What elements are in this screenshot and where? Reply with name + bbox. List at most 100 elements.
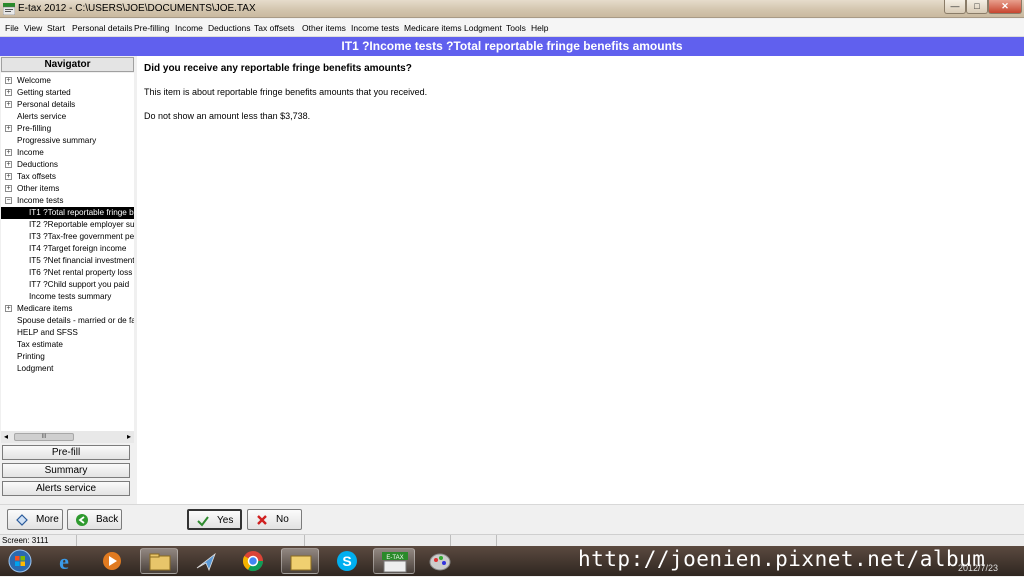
nav-item-pre-filling[interactable]: + Pre-filling <box>1 123 134 135</box>
summary-button[interactable]: Summary <box>2 463 130 478</box>
file-explorer-icon[interactable] <box>140 548 178 574</box>
svg-text:E-TAX: E-TAX <box>386 555 403 561</box>
nav-item-welcome[interactable]: + Welcome <box>1 75 134 87</box>
nav-item-income[interactable]: + Income <box>1 147 134 159</box>
expand-plus-icon[interactable]: + <box>5 77 12 84</box>
menu-pre-filling[interactable]: Pre-filling <box>134 23 169 33</box>
menu-lodgment[interactable]: Lodgment <box>464 23 502 33</box>
nav-item-label: IT4 ?Target foreign income <box>29 244 127 253</box>
menu-tax-offsets[interactable]: Tax offsets <box>254 23 294 33</box>
svg-text:S: S <box>342 553 351 569</box>
nav-item-label: Other items <box>17 184 60 193</box>
menu-income-tests[interactable]: Income tests <box>351 23 399 33</box>
menu-deductions[interactable]: Deductions <box>208 23 251 33</box>
chrome-icon[interactable] <box>234 548 272 574</box>
scroll-right-arrow-icon[interactable]: ▸ <box>127 432 131 441</box>
menu-file[interactable]: File <box>5 23 19 33</box>
nav-item-income-tests-summary[interactable]: Income tests summary <box>1 291 134 303</box>
menu-view[interactable]: View <box>24 23 42 33</box>
navigator-horizontal-scrollbar[interactable]: ◂ III ▸ <box>1 431 134 443</box>
plane-app-icon[interactable] <box>187 548 225 574</box>
nav-item-it3-tax-free-government-pe[interactable]: IT3 ?Tax-free government pe <box>1 231 134 243</box>
navigator-panel: Navigator + Welcome + Getting started + Perso… <box>0 56 137 506</box>
expand-plus-icon[interactable]: + <box>5 173 12 180</box>
internet-explorer-icon[interactable]: e <box>45 548 83 574</box>
nav-item-tax-offsets[interactable]: + Tax offsets <box>1 171 134 183</box>
maximize-button[interactable]: □ <box>966 0 988 14</box>
prefill-button[interactable]: Pre-fill <box>2 445 130 460</box>
nav-item-it7-child-support-you-paid[interactable]: IT7 ?Child support you paid <box>1 279 134 291</box>
yes-button[interactable]: Yes <box>187 509 242 530</box>
expand-plus-icon[interactable]: + <box>5 125 12 132</box>
alerts-service-button[interactable]: Alerts service <box>2 481 130 496</box>
expand-plus-icon[interactable]: + <box>5 101 12 108</box>
page-title-banner: IT1 ?Income tests ?Total reportable frin… <box>0 37 1024 56</box>
no-button[interactable]: No <box>247 509 302 530</box>
back-arrow-icon <box>76 514 88 526</box>
nav-item-label: IT5 ?Net financial investment <box>29 256 134 265</box>
nav-item-it4-target-foreign-income[interactable]: IT4 ?Target foreign income <box>1 243 134 255</box>
nav-item-label: Getting started <box>17 88 71 97</box>
nav-item-it6-net-rental-property-loss[interactable]: IT6 ?Net rental property loss <box>1 267 134 279</box>
nav-item-label: Personal details <box>17 100 76 109</box>
nav-item-label: IT7 ?Child support you paid <box>29 280 130 289</box>
back-button[interactable]: Back <box>67 509 122 530</box>
menu-other-items[interactable]: Other items <box>302 23 346 33</box>
expand-plus-icon[interactable]: + <box>5 305 12 312</box>
menu-personal-details[interactable]: Personal details <box>72 23 132 33</box>
folder-icon[interactable] <box>281 548 319 574</box>
nav-item-personal-details[interactable]: + Personal details <box>1 99 134 111</box>
more-button[interactable]: More <box>7 509 63 530</box>
question-text: Did you receive any reportable fringe be… <box>144 63 412 74</box>
nav-item-getting-started[interactable]: + Getting started <box>1 87 134 99</box>
scroll-thumb[interactable]: III <box>14 433 74 441</box>
nav-item-label: Pre-filling <box>17 124 52 133</box>
navigator-tree: + Welcome + Getting started + Personal detail… <box>1 73 134 433</box>
nav-item-other-items[interactable]: + Other items <box>1 183 134 195</box>
media-player-icon[interactable] <box>93 548 131 574</box>
paint-icon[interactable] <box>421 548 459 574</box>
nav-item-label: Progressive summary <box>17 136 97 145</box>
expand-plus-icon[interactable]: + <box>5 185 12 192</box>
nav-item-deductions[interactable]: + Deductions <box>1 159 134 171</box>
expand-plus-icon[interactable]: + <box>5 161 12 168</box>
etax-app-icon <box>3 3 15 15</box>
scroll-left-arrow-icon[interactable]: ◂ <box>4 432 8 441</box>
collapse-minus-icon[interactable]: − <box>5 197 12 204</box>
nav-item-label: HELP and SFSS <box>17 328 78 337</box>
menu-medicare-items[interactable]: Medicare items <box>404 23 462 33</box>
nav-item-label: Welcome <box>17 76 51 85</box>
menu-income[interactable]: Income <box>175 23 203 33</box>
nav-item-label: Alerts service <box>17 112 67 121</box>
skype-icon[interactable]: S <box>328 548 366 574</box>
title-bar[interactable]: E-tax 2012 - C:\USERS\JOE\DOCUMENTS\JOE.… <box>0 0 1024 18</box>
nav-item-income-tests[interactable]: − Income tests <box>1 195 134 207</box>
amount-threshold-note: Do not show an amount less than $3,738. <box>144 111 311 121</box>
menu-tools[interactable]: Tools <box>506 23 526 33</box>
close-button[interactable]: ✕ <box>988 0 1022 14</box>
minimize-button[interactable]: — <box>944 0 966 14</box>
nav-item-printing[interactable]: Printing <box>1 351 134 363</box>
nav-item-label: Income <box>17 148 44 157</box>
menu-help[interactable]: Help <box>531 23 548 33</box>
menu-start[interactable]: Start <box>47 23 65 33</box>
nav-item-label: Medicare items <box>17 304 73 313</box>
nav-item-label: IT2 ?Reportable employer sup <box>29 220 134 229</box>
item-description: This item is about reportable fringe ben… <box>144 87 428 97</box>
start-orb-icon[interactable] <box>2 548 38 574</box>
nav-item-progressive-summary[interactable]: Progressive summary <box>1 135 134 147</box>
diamond-icon <box>16 514 28 526</box>
nav-item-it1-total-reportable-fringe-b[interactable]: IT1 ?Total reportable fringe b <box>1 207 134 219</box>
nav-item-spouse-details-married-or-de-fa[interactable]: Spouse details - married or de fa <box>1 315 134 327</box>
nav-item-help-and-sfss[interactable]: HELP and SFSS <box>1 327 134 339</box>
nav-item-alerts-service[interactable]: Alerts service <box>1 111 134 123</box>
expand-plus-icon[interactable]: + <box>5 149 12 156</box>
nav-item-tax-estimate[interactable]: Tax estimate <box>1 339 134 351</box>
svg-text:e: e <box>59 549 69 574</box>
nav-item-medicare-items[interactable]: + Medicare items <box>1 303 134 315</box>
nav-item-it2-reportable-employer-sup[interactable]: IT2 ?Reportable employer sup <box>1 219 134 231</box>
nav-item-it5-net-financial-investment[interactable]: IT5 ?Net financial investment <box>1 255 134 267</box>
expand-plus-icon[interactable]: + <box>5 89 12 96</box>
nav-item-lodgment[interactable]: Lodgment <box>1 363 134 375</box>
etax-taskbar-icon[interactable]: E-TAX <box>373 548 415 574</box>
